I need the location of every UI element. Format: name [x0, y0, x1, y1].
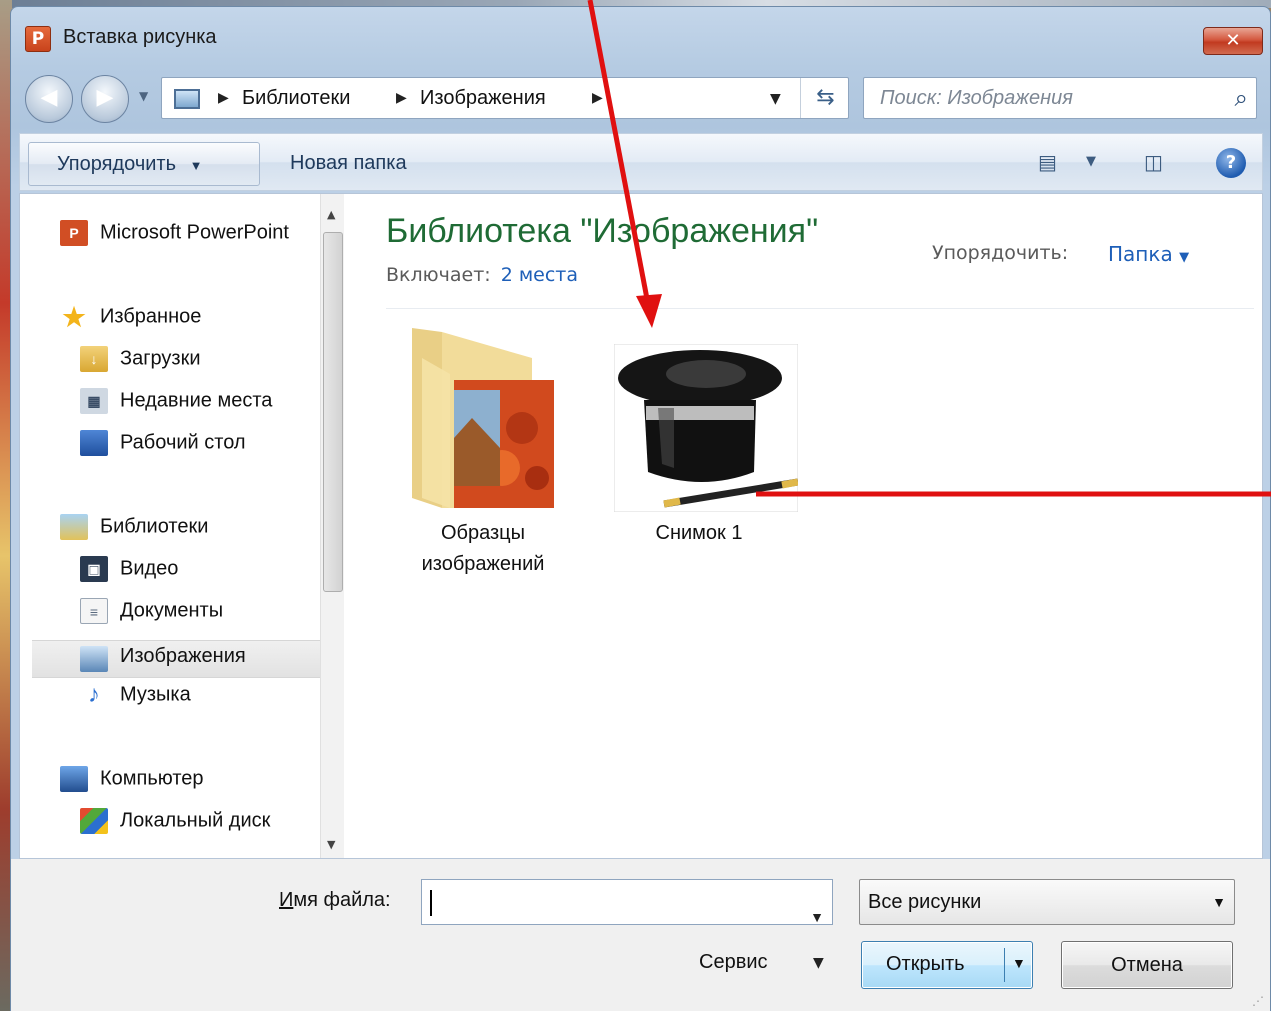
chevron-down-icon: ▼	[1212, 894, 1226, 910]
scroll-down-icon[interactable]: ▼	[327, 838, 335, 851]
computer-icon	[60, 766, 88, 792]
open-button-split	[1004, 948, 1005, 982]
address-bar[interactable]: ▶ Библиотеки ▶ Изображения ▶ ▼ ⇆	[161, 77, 849, 119]
powerpoint-app-icon: P	[25, 26, 51, 52]
nav-item-documents[interactable]: ≡ Документы	[80, 598, 223, 636]
breadcrumb-separator-icon[interactable]: ▶	[218, 90, 229, 106]
breadcrumb-separator-icon[interactable]: ▶	[396, 90, 407, 106]
nav-item-pictures[interactable]: Изображения	[32, 640, 320, 678]
chevron-down-icon: ▼	[1179, 250, 1190, 265]
file-item-sample-pictures[interactable]: Образцы изображений	[388, 318, 578, 588]
chevron-down-icon: ▼	[189, 158, 203, 173]
desktop-icon	[80, 430, 108, 456]
nav-item-computer[interactable]: Компьютер	[60, 766, 204, 804]
cancel-button[interactable]: Отмена	[1061, 941, 1233, 989]
navigation-pane: P Microsoft PowerPoint ★ Избранное ↓ Загруз…	[20, 194, 320, 858]
downloads-icon: ↓	[80, 346, 108, 372]
nav-item-powerpoint[interactable]: P Microsoft PowerPoint	[60, 220, 289, 258]
recent-places-icon: ▦	[80, 388, 108, 414]
arrange-by-label: Упорядочить:	[932, 242, 1069, 264]
open-options-dropdown-icon[interactable]: ▼	[1012, 955, 1026, 971]
music-icon: ♪	[88, 681, 100, 708]
nav-item-video[interactable]: ▣ Видео	[80, 556, 178, 594]
nav-item-favorites[interactable]: ★ Избранное	[60, 304, 201, 342]
search-placeholder: Поиск: Изображения	[880, 87, 1073, 109]
text-caret	[430, 890, 432, 916]
nav-item-recent-places[interactable]: ▦ Недавние места	[80, 388, 272, 426]
star-icon: ★	[62, 302, 86, 332]
powerpoint-icon: P	[60, 220, 88, 246]
file-label-sample-pictures: Образцы изображений	[421, 522, 545, 575]
tools-dropdown-icon[interactable]: ▼	[813, 955, 824, 971]
documents-icon: ≡	[80, 598, 108, 624]
resize-grip-icon[interactable]: ⋰	[1252, 994, 1264, 1008]
arrange-by-value: Папка	[1108, 242, 1173, 266]
video-icon: ▣	[80, 556, 108, 582]
scroll-up-icon[interactable]: ▲	[327, 208, 335, 221]
recent-pages-dropdown[interactable]: ▼	[139, 89, 148, 103]
refresh-icon: ⇆	[816, 85, 835, 110]
open-button[interactable]: Открыть ▼	[861, 941, 1033, 989]
file-name-label-text: мя файла:	[293, 889, 391, 911]
forward-arrow-icon: ▶	[96, 85, 114, 110]
breadcrumb-libraries[interactable]: Библиотеки	[242, 87, 350, 110]
library-title: Библиотека "Изображения"	[386, 212, 819, 250]
insert-picture-dialog: P Вставка рисунка ✕ ◀ ▶ ▼ ▶ Библиотеки ▶…	[10, 6, 1271, 1011]
search-icon[interactable]: ⌕	[1235, 84, 1248, 112]
nav-pane-scrollbar[interactable]: ▲ ▼	[320, 194, 344, 858]
back-button[interactable]: ◀	[25, 75, 73, 123]
nav-item-desktop[interactable]: Рабочий стол	[80, 430, 246, 468]
pictures-icon	[80, 646, 108, 672]
libraries-icon	[60, 514, 88, 540]
pictures-library-icon	[174, 89, 200, 109]
organize-label: Упорядочить	[57, 153, 177, 175]
sample-pictures-folder-icon	[412, 328, 554, 508]
includes-label: Включает:	[386, 264, 491, 286]
dialog-footer: Имя файла: ▼ Все рисунки ▼ Сервис ▼ Откр…	[11, 859, 1270, 1011]
breadcrumb-pictures[interactable]: Изображения	[420, 87, 546, 110]
organize-button[interactable]: Упорядочить ▼	[28, 142, 260, 186]
file-name-label: Имя файла:	[279, 889, 391, 912]
back-arrow-icon: ◀	[40, 85, 58, 110]
content-area: P Microsoft PowerPoint ★ Избранное ↓ Загруз…	[19, 193, 1263, 859]
preview-pane-icon[interactable]: ◫	[1144, 150, 1163, 174]
view-options-icon[interactable]: ▤	[1038, 150, 1057, 174]
includes-locations-link[interactable]: 2 места	[501, 264, 578, 286]
breadcrumb-separator-icon[interactable]: ▶	[592, 90, 603, 106]
tools-button[interactable]: Сервис	[699, 951, 768, 987]
title-bar[interactable]: P Вставка рисунка ✕	[11, 7, 1270, 65]
forward-button[interactable]: ▶	[81, 75, 129, 123]
magic-hat-image-icon	[614, 344, 798, 512]
file-item-snapshot-1[interactable]: Снимок 1	[604, 318, 798, 548]
nav-item-music[interactable]: ♪ Музыка	[80, 682, 191, 720]
address-history-dropdown-icon[interactable]: ▼	[770, 91, 781, 107]
file-type-select[interactable]: Все рисунки ▼	[859, 879, 1235, 925]
help-icon[interactable]: ?	[1216, 148, 1246, 178]
new-folder-button[interactable]: Новая папка	[290, 142, 407, 186]
local-disk-icon	[80, 808, 108, 834]
nav-item-downloads[interactable]: ↓ Загрузки	[80, 346, 201, 384]
refresh-button[interactable]: ⇆	[800, 78, 850, 118]
file-name-input[interactable]: ▼	[421, 879, 833, 925]
window-title: Вставка рисунка	[63, 26, 217, 48]
library-includes: Включает: 2 места	[386, 264, 578, 286]
file-name-label-accesskey: И	[279, 889, 294, 911]
view-dropdown-icon[interactable]: ▼	[1086, 154, 1096, 169]
nav-item-local-disk[interactable]: Локальный диск	[80, 808, 270, 846]
file-label-snapshot-1: Снимок 1	[655, 522, 743, 544]
nav-item-libraries[interactable]: Библиотеки	[60, 514, 208, 552]
header-divider	[386, 308, 1254, 309]
open-button-label: Открыть	[886, 953, 965, 975]
command-toolbar: Упорядочить ▼ Новая папка ▤ ▼ ◫ ?	[19, 133, 1263, 191]
search-box[interactable]: Поиск: Изображения ⌕	[863, 77, 1257, 119]
scrollbar-thumb[interactable]	[323, 232, 343, 592]
close-button[interactable]: ✕	[1203, 27, 1263, 55]
arrange-by-dropdown[interactable]: Папка ▼	[1108, 242, 1189, 266]
file-name-dropdown-icon[interactable]: ▼	[810, 895, 824, 939]
file-type-value: Все рисунки	[868, 891, 982, 913]
